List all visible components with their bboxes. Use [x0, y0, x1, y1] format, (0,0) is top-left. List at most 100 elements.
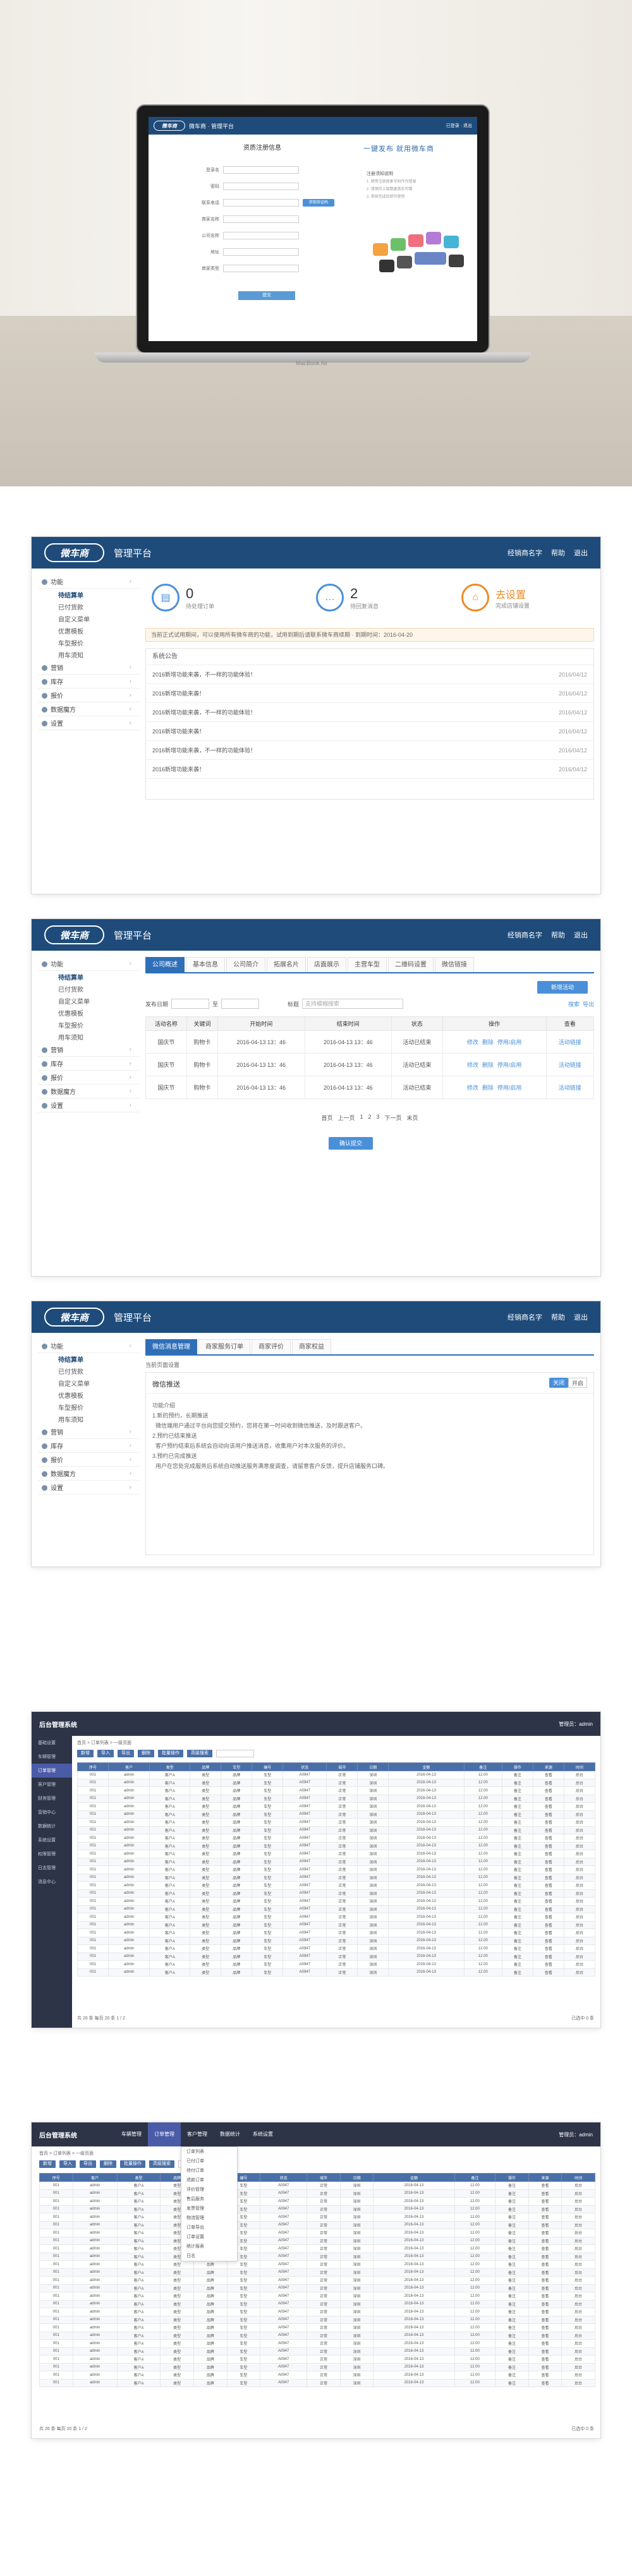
dropdown-item[interactable]: 待付订单 [181, 2166, 237, 2176]
grid-row[interactable]: 001admin客户A类型品牌车型A0947正常深圳2016-04-1312.0… [77, 1889, 596, 1898]
top-tab[interactable]: 车辆管理 [115, 2122, 148, 2146]
grid-row[interactable]: 001admin客户A类型品牌车型A0947正常深圳2016-04-1312.0… [77, 1936, 596, 1945]
user-info[interactable]: 管理员：admin [559, 1721, 593, 1728]
grid-row[interactable]: 001admin客户A类型品牌车型A0947正常深圳2016-04-1312.0… [77, 1778, 596, 1787]
grid-row[interactable]: 001admin客户A类型品牌车型A0947正常深圳2016-04-1312.0… [39, 2331, 595, 2340]
dark-sidebar-item[interactable]: 数据统计 [32, 1819, 72, 1833]
toolbar-button[interactable]: 导出 [80, 2160, 96, 2168]
dark-sidebar-item[interactable]: 营销中心 [32, 1805, 72, 1819]
grid-row[interactable]: 001admin客户A类型品牌车型A0947正常深圳2016-04-1312.0… [77, 1873, 596, 1882]
view-link[interactable]: 活动链接 [559, 1085, 581, 1091]
toggle-on[interactable]: 开启 [568, 1378, 587, 1388]
pager-item[interactable]: 2 [368, 1114, 371, 1122]
tab-item[interactable]: 拓展名片 [267, 957, 306, 972]
grid-row[interactable]: 001admin客户A类型品牌车型A0947正常深圳2016-04-1312.0… [77, 1826, 596, 1834]
op-link[interactable]: 删除 [482, 1085, 494, 1091]
top-tab[interactable]: 订单管理 [148, 2122, 181, 2146]
user-info[interactable]: 管理员：admin [559, 2131, 593, 2138]
toolbar-button[interactable]: 批量操作 [120, 2160, 145, 2168]
op-link[interactable]: 删除 [482, 1062, 494, 1068]
dark-sidebar-item[interactable]: 权限管理 [32, 1847, 72, 1861]
grid-row[interactable]: 001admin客户A类型品牌车型A0947正常深圳2016-04-1312.0… [39, 2181, 595, 2190]
toolbar-button[interactable]: 批量操作 [158, 1750, 183, 1757]
dark-sidebar-item[interactable]: 客户管理 [32, 1778, 72, 1791]
grid-row[interactable]: 001admin客户A类型品牌车型A0947正常深圳2016-04-1312.0… [77, 1913, 596, 1922]
sidebar-item[interactable]: 待结算单 [38, 971, 139, 983]
add-activity-button[interactable]: 新增活动 [537, 981, 588, 994]
grid-row[interactable]: 001admin客户A类型品牌车型A0947正常深圳2016-04-1312.0… [39, 2284, 595, 2292]
toolbar-button[interactable]: 导入 [59, 2160, 76, 2168]
op-link[interactable]: 删除 [482, 1039, 494, 1045]
grid-row[interactable]: 001admin客户A类型品牌车型A0947正常深圳2016-04-1312.0… [39, 2213, 595, 2222]
sidebar-group[interactable]: 功能 [38, 575, 139, 589]
sidebar-item[interactable]: 车型报价 [38, 637, 139, 649]
toolbar-button[interactable]: 高级搜索 [149, 2160, 174, 2168]
grid-row[interactable]: 001admin客户A类型品牌车型A0947正常深圳2016-04-1312.0… [39, 2308, 595, 2316]
form-input[interactable] [223, 265, 299, 272]
submit-button[interactable]: 提交 [238, 291, 295, 300]
view-link[interactable]: 活动链接 [559, 1062, 581, 1068]
dark-sidebar-item[interactable]: 财务管理 [32, 1791, 72, 1805]
sidebar-group[interactable]: 库存 [38, 1439, 139, 1453]
sidebar-item[interactable]: 优惠模板 [38, 1389, 139, 1401]
grid-row[interactable]: 001admin客户A类型品牌车型A0947正常深圳2016-04-1312.0… [39, 2205, 595, 2213]
op-link[interactable]: 修改 [467, 1039, 478, 1045]
pager-item[interactable]: 上一页 [337, 1114, 355, 1122]
pager-item[interactable]: 1 [360, 1114, 363, 1122]
date-end-input[interactable] [221, 999, 260, 1009]
sidebar-group[interactable]: 数据魔方 [38, 702, 139, 716]
sidebar-group[interactable]: 报价 [38, 1071, 139, 1085]
sidebar-item[interactable]: 已付货款 [38, 983, 139, 995]
view-link[interactable]: 活动链接 [559, 1039, 581, 1045]
toolbar-button[interactable]: 新增 [39, 2160, 56, 2168]
dealer-name-link[interactable]: 经销商名字 [507, 930, 542, 940]
grid-row[interactable]: 001admin客户A类型品牌车型A0947正常深圳2016-04-1312.0… [77, 1818, 596, 1827]
toolbar-button[interactable]: 导入 [97, 1750, 114, 1757]
op-link[interactable]: 停用/启用 [497, 1085, 522, 1091]
brand-logo[interactable]: 微车商 [44, 925, 104, 944]
brand-logo[interactable]: 微车商 [44, 1308, 104, 1327]
tab-item[interactable]: 商家服务订单 [198, 1339, 250, 1354]
grid-pager[interactable]: 共 26 条 每页 20 条 1 / 2 [77, 2015, 125, 2021]
brand-logo[interactable]: 微车商 [44, 543, 104, 562]
sidebar-item[interactable]: 优惠模板 [38, 625, 139, 637]
dropdown-item[interactable]: 退款订单 [181, 2176, 237, 2185]
sidebar-item[interactable]: 车型报价 [38, 1019, 139, 1031]
grid-row[interactable]: 001admin客户A类型品牌车型A0947正常深圳2016-04-1312.0… [77, 1841, 596, 1850]
grid-row[interactable]: 001admin客户A类型品牌车型A0947正常深圳2016-04-1312.0… [39, 2339, 595, 2348]
grid-row[interactable]: 001admin客户A类型品牌车型A0947正常深圳2016-04-1312.0… [39, 2220, 595, 2229]
sidebar-group[interactable]: 功能 [38, 1339, 139, 1353]
dropdown-item[interactable]: 评价管理 [181, 2185, 237, 2194]
dealer-name-link[interactable]: 经销商名字 [507, 548, 542, 558]
tab-item[interactable]: 二维码设置 [388, 957, 434, 972]
tab-item[interactable]: 微信链接 [435, 957, 474, 972]
sidebar-item[interactable]: 用车须知 [38, 1413, 139, 1425]
sidebar-group[interactable]: 数据魔方 [38, 1467, 139, 1481]
grid-row[interactable]: 001admin客户A类型品牌车型A0947正常深圳2016-04-1312.0… [77, 1802, 596, 1811]
grid-pager[interactable]: 共 26 条 每页 20 条 1 / 2 [39, 2426, 87, 2432]
dropdown-item[interactable]: 统计报表 [181, 2242, 237, 2251]
grid-row[interactable]: 001admin客户A类型品牌车型A0947正常深圳2016-04-1312.0… [39, 2189, 595, 2198]
grid-row[interactable]: 001admin客户A类型品牌车型A0947正常深圳2016-04-1312.0… [77, 1834, 596, 1843]
grid-row[interactable]: 001admin客户A类型品牌车型A0947正常深圳2016-04-1312.0… [77, 1794, 596, 1803]
sidebar-item[interactable]: 已付货款 [38, 601, 139, 613]
grid-row[interactable]: 001admin客户A类型品牌车型A0947正常深圳2016-04-1312.0… [39, 2236, 595, 2245]
tab-item[interactable]: 商家权益 [292, 1339, 331, 1354]
grid-row[interactable]: 001admin客户A类型品牌车型A0947正常深圳2016-04-1312.0… [77, 1929, 596, 1937]
sidebar-group[interactable]: 报价 [38, 1453, 139, 1467]
form-input[interactable] [223, 232, 299, 239]
sidebar-item[interactable]: 待结算单 [38, 589, 139, 601]
top-tab[interactable]: 系统设置 [246, 2122, 279, 2146]
grid-row[interactable]: 001admin客户A类型品牌车型A0947正常深圳2016-04-1312.0… [77, 1771, 596, 1779]
dropdown-item[interactable]: 日志 [181, 2251, 237, 2261]
grid-row[interactable]: 001admin客户A类型品牌车型A0947正常深圳2016-04-1312.0… [77, 1952, 596, 1961]
help-link[interactable]: 帮助 [551, 548, 565, 558]
dropdown-item[interactable]: 订单列表 [181, 2147, 237, 2157]
notice-row[interactable]: 2016新增功能来袭！ 2016/04/12 [146, 760, 593, 779]
tab-item[interactable]: 主营车型 [348, 957, 387, 972]
sidebar-item[interactable]: 自定义菜单 [38, 1377, 139, 1389]
grid-row[interactable]: 001admin客户A类型品牌车型A0947正常深圳2016-04-1312.0… [77, 1881, 596, 1890]
export-button[interactable]: 导出 [583, 1000, 594, 1008]
grid-row[interactable]: 001admin客户A类型品牌车型A0947正常深圳2016-04-1312.0… [39, 2355, 595, 2364]
toolbar-button[interactable]: 新增 [77, 1750, 94, 1757]
